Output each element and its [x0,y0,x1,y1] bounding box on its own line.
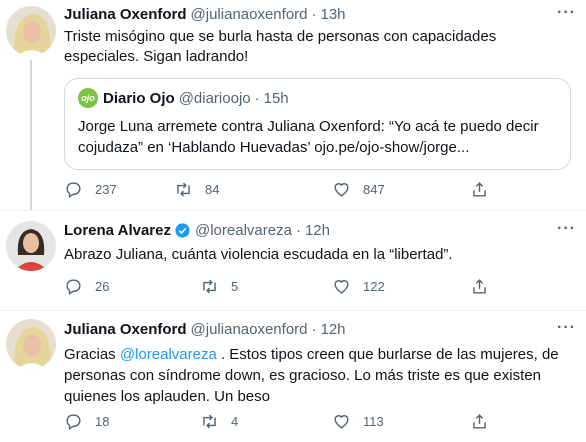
share-icon [473,182,486,197]
tweet-actions: 18 4 113 [64,412,504,432]
retweet-button[interactable]: 84 [174,180,219,199]
avatar[interactable] [6,6,56,56]
like-button[interactable]: 122 [332,277,385,296]
retweet-count: 5 [231,279,239,294]
author-handle[interactable]: @julianaoxenford [191,6,308,23]
mention-link[interactable]: @lorealvareza [120,346,217,363]
reply-button[interactable]: 26 [64,277,109,296]
more-icon[interactable]: ··· [557,220,576,238]
reply-button[interactable]: 18 [64,412,109,431]
tweet-header: Juliana Oxenford @julianaoxenford · 12h [64,321,346,338]
diario-ojo-logo-icon: ojo [78,88,98,108]
tweet-time[interactable]: 12h [321,321,346,338]
author-name[interactable]: Lorena Alvarez [64,222,171,239]
author-name[interactable]: Juliana Oxenford [64,321,187,338]
more-icon[interactable]: ··· [557,4,576,22]
tweet-juliana-1[interactable]: Juliana Oxenford @julianaoxenford · 13h … [0,0,586,210]
like-icon [334,280,349,294]
tweet-time[interactable]: 12h [305,222,330,239]
like-button[interactable]: 847 [332,180,385,199]
author-name[interactable]: Juliana Oxenford [64,6,187,23]
reply-icon [66,414,81,430]
author-handle[interactable]: @lorealvareza [195,222,292,239]
tweet-lorena[interactable]: Lorena Alvarez @lorealvareza · 12h ··· A… [0,211,586,310]
like-icon [334,415,349,429]
reply-count: 26 [95,279,110,294]
quote-author-name: Diario Ojo [103,89,175,107]
reply-icon [66,279,81,295]
like-icon [334,183,349,197]
retweet-count: 84 [205,182,220,197]
reply-count: 237 [95,182,117,197]
more-icon[interactable]: ··· [557,319,576,337]
tweet-header: Lorena Alvarez @lorealvareza · 12h [64,222,330,239]
retweet-button[interactable]: 5 [200,277,238,296]
tweet-text: Gracias @lorealvareza . Estos tipos cree… [64,344,564,407]
retweet-count: 4 [231,414,239,429]
reply-button[interactable]: 237 [64,180,117,199]
quote-time: 15h [263,89,289,107]
quote-header: ojo Diario Ojo @diarioojo · 15h [78,88,289,108]
reply-count: 18 [95,414,110,429]
author-handle[interactable]: @julianaoxenford [191,321,308,338]
tweet-text: Abrazo Juliana, cuánta violencia escudad… [64,246,453,263]
avatar[interactable] [6,319,56,369]
tweet-text-start: Gracias [64,346,120,363]
like-button[interactable]: 113 [332,412,384,431]
share-icon [473,414,486,429]
like-count: 847 [363,182,385,197]
separator-dot: · [295,222,301,239]
separator-dot: · [311,6,317,23]
retweet-icon [203,414,216,429]
verified-icon [175,223,190,238]
like-count: 113 [363,414,384,429]
tweet-actions: 26 5 122 [64,277,504,297]
thread-line [30,60,32,210]
avatar[interactable] [6,221,56,271]
retweet-icon [177,182,190,197]
quoted-tweet[interactable]: ojo Diario Ojo @diarioojo · 15h Jorge Lu… [64,78,571,170]
reply-icon [66,182,81,198]
share-button[interactable] [470,180,489,199]
quote-text: Jorge Luna arremete contra Juliana Oxenf… [78,118,539,156]
tweet-juliana-2[interactable]: Juliana Oxenford @julianaoxenford · 12h … [0,311,586,442]
tweet-time[interactable]: 13h [321,6,346,23]
quote-author-handle: @diarioojo [178,89,251,107]
retweet-icon [203,279,216,294]
tweet-header: Juliana Oxenford @julianaoxenford · 13h [64,6,346,23]
separator-dot: · [311,321,317,338]
separator-dot: · [254,89,260,107]
tweet-actions: 237 84 847 [64,180,504,200]
tweet-text: Triste misógino que se burla hasta de pe… [64,28,497,65]
share-icon [473,279,486,294]
retweet-button[interactable]: 4 [200,412,238,431]
share-button[interactable] [470,412,489,431]
share-button[interactable] [470,277,489,296]
like-count: 122 [363,279,385,294]
